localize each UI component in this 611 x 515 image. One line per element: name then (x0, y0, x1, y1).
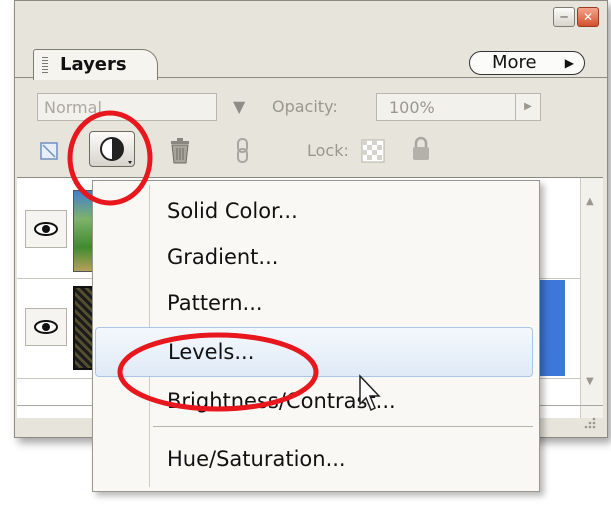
half-circle-adjustment-icon (100, 137, 132, 164)
menu-item-hue-saturation[interactable]: Hue/Saturation... (95, 435, 533, 483)
lock-label: Lock: (307, 141, 349, 160)
padlock-icon[interactable] (409, 135, 433, 163)
mask-icon[interactable] (39, 137, 61, 163)
menu-item-label: Solid Color... (167, 199, 298, 223)
more-button[interactable]: More ▶ (469, 51, 585, 75)
chain-link-icon[interactable] (233, 137, 253, 165)
chevron-down-icon[interactable]: ▼ (233, 97, 245, 116)
opacity-slider-button[interactable]: ▶ (515, 93, 541, 121)
tab-layers-label: Layers (60, 54, 127, 75)
layer-visibility-toggle[interactable] (25, 210, 67, 248)
minimize-button[interactable]: ─ (553, 7, 575, 27)
menu-item-label: Brightness/Contrast... (167, 389, 396, 413)
scroll-down-icon[interactable]: ▼ (586, 376, 594, 387)
play-arrow-icon: ▶ (564, 56, 574, 70)
blend-mode-value: Normal (44, 98, 102, 117)
minimize-icon: ─ (560, 10, 568, 24)
panel-tab-strip: Layers More ▶ (15, 39, 607, 80)
menu-item-brightness-contrast[interactable]: Brightness/Contrast... (95, 377, 533, 425)
menu-item-pattern[interactable]: Pattern... (95, 279, 533, 327)
menu-item-label: Levels... (168, 340, 255, 364)
close-icon: ✕ (582, 10, 594, 24)
menu-item-label: Gradient... (167, 245, 279, 269)
more-button-label: More (492, 52, 537, 73)
trash-icon[interactable] (167, 137, 193, 165)
menu-item-gradient[interactable]: Gradient... (95, 233, 533, 281)
resize-grip-icon[interactable] (581, 414, 597, 430)
menu-item-levels[interactable]: Levels... (95, 327, 533, 377)
eye-icon (34, 222, 58, 236)
eye-icon (34, 320, 58, 334)
tab-layers[interactable]: Layers (33, 49, 158, 80)
opacity-value: 100% (389, 98, 435, 117)
menu-item-solid-color[interactable]: Solid Color... (95, 187, 533, 235)
close-button[interactable]: ✕ (577, 7, 599, 27)
layer-list-scrollbar[interactable]: ▲ ▼ (580, 178, 603, 418)
layer-visibility-toggle[interactable] (25, 308, 67, 346)
menu-separator (153, 426, 533, 427)
scroll-up-icon[interactable]: ▲ (586, 196, 594, 207)
blend-mode-select[interactable]: Normal (37, 93, 217, 121)
opacity-field[interactable]: 100% (376, 93, 516, 121)
opacity-label: Opacity: (272, 97, 338, 116)
menu-item-label: Hue/Saturation... (167, 447, 346, 471)
menu-item-label: Pattern... (167, 291, 263, 315)
grip-icon[interactable] (42, 57, 48, 74)
checkerboard-icon[interactable] (361, 139, 385, 163)
new-adjustment-layer-button[interactable] (89, 131, 135, 167)
chevron-right-icon: ▶ (524, 101, 532, 112)
adjustment-layer-menu: Solid Color... Gradient... Pattern... Le… (92, 180, 540, 492)
